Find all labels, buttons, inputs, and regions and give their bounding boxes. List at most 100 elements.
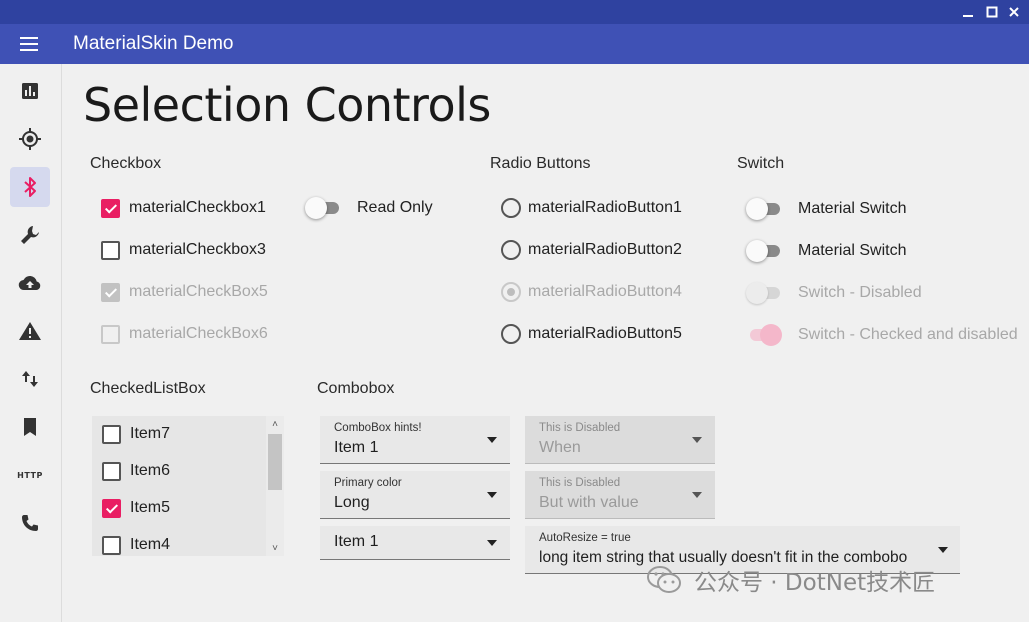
radio-label: materialRadioButton2	[528, 241, 682, 258]
combobox-disabled: This is Disabled When	[525, 416, 715, 464]
cloud-upload-icon	[18, 275, 41, 291]
material-switch-disabled	[746, 281, 782, 305]
checked-listbox[interactable]: Item7 Item6 Item5 Item4	[92, 416, 284, 556]
dropdown-arrow-icon	[487, 539, 497, 546]
list-item-label: Item5	[130, 499, 171, 516]
nav-item-cloud-upload[interactable]	[10, 263, 50, 303]
checkbox-label: materialCheckbox1	[129, 199, 266, 216]
switch-item: Switch - Checked and disabled	[746, 323, 1018, 347]
nav-item-gps[interactable]	[10, 119, 50, 159]
combobox-value: When	[539, 439, 581, 456]
list-checkbox[interactable]	[102, 424, 121, 444]
nav-item-phone[interactable]	[10, 503, 50, 543]
nav-item-http[interactable]: HTTP	[10, 455, 50, 495]
material-switch-checked-disabled	[746, 323, 782, 347]
combobox-value: But with value	[539, 494, 639, 511]
radio-item[interactable]: materialRadioButton2	[501, 238, 682, 262]
http-icon: HTTP	[17, 470, 43, 480]
checkbox-label: materialCheckBox5	[129, 283, 268, 300]
navigation-drawer: HTTP	[0, 64, 62, 622]
scroll-down-arrow-icon[interactable]: ˅	[266, 540, 284, 556]
nav-item-bar-chart[interactable]	[10, 71, 50, 111]
combobox-hint: AutoResize = true	[539, 532, 631, 544]
radio-button[interactable]	[501, 198, 521, 218]
nav-item-swap[interactable]	[10, 359, 50, 399]
radio-section-title: Radio Buttons	[490, 155, 591, 172]
checkbox-section-title: Checkbox	[90, 155, 162, 172]
radio-label: materialRadioButton1	[528, 199, 682, 216]
list-checkbox[interactable]	[102, 461, 121, 481]
menu-icon[interactable]	[18, 34, 42, 54]
checkbox-disabled	[101, 324, 120, 344]
checkbox-unchecked[interactable]	[101, 240, 120, 260]
list-item[interactable]: Item6	[102, 459, 170, 483]
checkbox-item[interactable]: materialCheckbox3	[101, 238, 266, 262]
checkbox-item: materialCheckBox6	[101, 322, 268, 346]
dropdown-arrow-icon	[692, 436, 702, 443]
radio-button[interactable]	[501, 240, 521, 260]
readonly-switch-row[interactable]: Read Only	[305, 196, 433, 220]
checkbox-item[interactable]: materialCheckbox1	[101, 196, 266, 220]
watermark: 公众号 · DotNet技术匠	[646, 562, 935, 598]
switch-label: Material Switch	[798, 242, 907, 259]
combobox-primary-color[interactable]: Primary color Long	[320, 471, 510, 519]
material-switch[interactable]	[746, 239, 782, 263]
checkbox-label: materialCheckbox3	[129, 241, 266, 258]
dropdown-arrow-icon	[487, 436, 497, 443]
nav-item-wrench[interactable]	[10, 215, 50, 255]
combobox-plain[interactable]: Item 1	[320, 526, 510, 560]
radio-label: materialRadioButton4	[528, 283, 682, 300]
bluetooth-icon	[24, 177, 36, 197]
dropdown-arrow-icon	[692, 491, 702, 498]
maximize-icon[interactable]	[983, 3, 1001, 21]
list-checkbox-checked[interactable]	[102, 498, 121, 518]
list-item-label: Item4	[130, 536, 171, 553]
wrench-icon	[21, 226, 39, 244]
listbox-scrollbar[interactable]: ˄ ˅	[266, 416, 284, 556]
list-item[interactable]: Item5	[102, 496, 170, 520]
checkbox-checked-disabled	[101, 282, 120, 302]
list-item[interactable]: Item4	[102, 533, 170, 556]
combobox-hint: This is Disabled	[539, 422, 621, 434]
nav-item-warning[interactable]	[10, 311, 50, 351]
bookmark-icon	[24, 418, 36, 436]
radio-item[interactable]: materialRadioButton5	[501, 322, 682, 346]
nav-item-bookmark[interactable]	[10, 407, 50, 447]
combobox-value: Long	[334, 494, 370, 511]
window-titlebar	[0, 0, 1029, 24]
scroll-thumb[interactable]	[268, 434, 282, 490]
radio-item[interactable]: materialRadioButton1	[501, 196, 682, 220]
combobox-hint: Primary color	[334, 477, 402, 489]
radio-item: materialRadioButton4	[501, 280, 682, 304]
app-title: MaterialSkin Demo	[73, 33, 234, 54]
gps-target-icon	[19, 128, 41, 150]
bar-chart-icon	[22, 83, 38, 99]
radio-label: materialRadioButton5	[528, 325, 682, 342]
switch-item[interactable]: Material Switch	[746, 197, 906, 221]
scroll-up-arrow-icon[interactable]: ˄	[266, 416, 284, 432]
watermark-text: 公众号 · DotNet技术匠	[694, 570, 936, 596]
switch-section-title: Switch	[737, 155, 785, 172]
material-switch[interactable]	[746, 197, 782, 221]
combobox-value: Item 1	[334, 533, 379, 550]
swap-vertical-icon	[22, 371, 38, 387]
checkbox-checked[interactable]	[101, 198, 120, 218]
readonly-switch[interactable]	[305, 196, 341, 220]
radio-button[interactable]	[501, 324, 521, 344]
phone-icon	[22, 515, 38, 531]
minimize-icon[interactable]	[959, 3, 977, 21]
switch-label: Read Only	[357, 199, 433, 216]
list-item[interactable]: Item7	[102, 422, 170, 446]
switch-item[interactable]: Material Switch	[746, 239, 906, 263]
switch-item: Switch - Disabled	[746, 281, 922, 305]
combobox-hint: ComboBox hints!	[334, 422, 422, 434]
combobox-disabled-with-value: This is Disabled But with value	[525, 471, 715, 519]
warning-icon	[19, 322, 41, 340]
nav-item-bluetooth[interactable]	[10, 167, 50, 207]
checkbox-label: materialCheckBox6	[129, 325, 268, 342]
radio-button-selected-disabled	[501, 282, 521, 302]
close-icon[interactable]	[1005, 3, 1023, 21]
combobox-hints[interactable]: ComboBox hints! Item 1	[320, 416, 510, 464]
list-item-label: Item6	[130, 462, 171, 479]
list-checkbox[interactable]	[102, 535, 121, 555]
